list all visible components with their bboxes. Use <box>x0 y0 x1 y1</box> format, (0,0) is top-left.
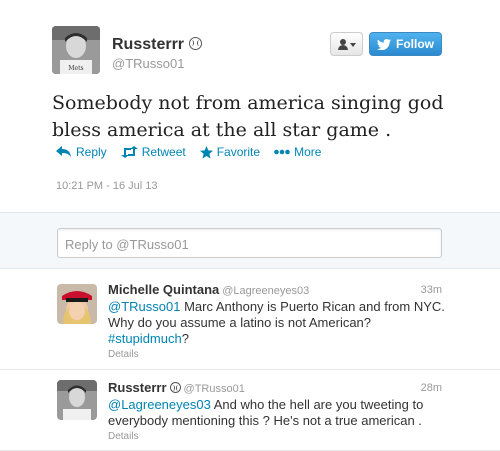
mention-link[interactable]: @Lagreeneyes03 <box>108 397 211 412</box>
svg-text:Mets: Mets <box>68 65 83 72</box>
reply-text: @TRusso01 Marc Anthony is Puerto Rican a… <box>108 299 448 347</box>
tweet-text: Somebody not from america singing god bl… <box>52 92 444 141</box>
reply-time[interactable]: 33m <box>421 284 442 296</box>
bird-icon <box>377 38 391 50</box>
retweet-icon <box>120 146 138 158</box>
details-link[interactable]: Details <box>108 431 139 442</box>
reply-author[interactable]: Michelle Quintana @Lagreeneyes03 <box>108 282 309 297</box>
reply-area: Reply to @TRusso01 <box>0 212 500 269</box>
star-icon <box>199 145 213 158</box>
more-action[interactable]: More <box>274 145 321 159</box>
reply-time[interactable]: 28m <box>421 382 442 394</box>
follow-button-label: Follow <box>396 37 434 51</box>
tweet-timestamp[interactable]: 10:21 PM - 16 Jul 13 <box>56 180 158 192</box>
reply-author-name[interactable]: Michelle Quintana <box>108 282 219 297</box>
reply-author-handle[interactable]: @TRusso01 <box>184 383 245 395</box>
reply-text-suffix: ? <box>181 331 189 346</box>
user-actions-dropdown-button[interactable] <box>330 32 363 56</box>
retweet-action[interactable]: Retweet <box>120 145 186 159</box>
person-icon <box>337 38 348 50</box>
author-name-text[interactable]: Russterrr <box>112 36 184 53</box>
favorite-action[interactable]: Favorite <box>199 145 261 159</box>
reply-icon <box>56 146 71 157</box>
mention-link[interactable]: @TRusso01 <box>108 299 180 314</box>
reply-item: Russterrr @TRusso01 28m @Lagreeneyes03 An… <box>0 370 500 451</box>
main-tweet: Mets Russterrr @TRusso01 Follow Somebody… <box>0 0 500 212</box>
favorite-label: Favorite <box>216 145 261 159</box>
reply-text: @Lagreeneyes03 And who the hell are you … <box>108 397 448 429</box>
reply-avatar[interactable] <box>57 380 97 420</box>
details-link[interactable]: Details <box>108 349 139 360</box>
more-dots-icon <box>274 149 290 155</box>
reply-author-name[interactable]: Russterrr <box>108 380 167 395</box>
reply-author[interactable]: Russterrr @TRusso01 <box>108 380 245 395</box>
follow-button[interactable]: Follow <box>369 32 442 56</box>
baseball-icon <box>169 382 181 393</box>
author-handle[interactable]: @TRusso01 <box>112 56 184 71</box>
more-label: More <box>294 145 322 159</box>
tweet-actions: Reply Retweet Favorite More <box>56 145 321 159</box>
author-name[interactable]: Russterrr <box>112 36 203 54</box>
caret-down-icon <box>349 43 356 47</box>
retweet-label: Retweet <box>141 145 186 159</box>
reply-author-handle[interactable]: @Lagreeneyes03 <box>222 285 309 297</box>
reply-avatar[interactable] <box>57 284 97 324</box>
reply-label: Reply <box>76 145 107 159</box>
reply-item: Michelle Quintana @Lagreeneyes03 33m @TRu… <box>0 269 500 370</box>
reply-action[interactable]: Reply <box>56 145 107 159</box>
author-avatar[interactable]: Mets <box>52 26 100 74</box>
reply-input[interactable]: Reply to @TRusso01 <box>57 228 442 258</box>
baseball-icon <box>189 37 203 50</box>
hashtag-link[interactable]: #stupidmuch <box>108 331 182 346</box>
